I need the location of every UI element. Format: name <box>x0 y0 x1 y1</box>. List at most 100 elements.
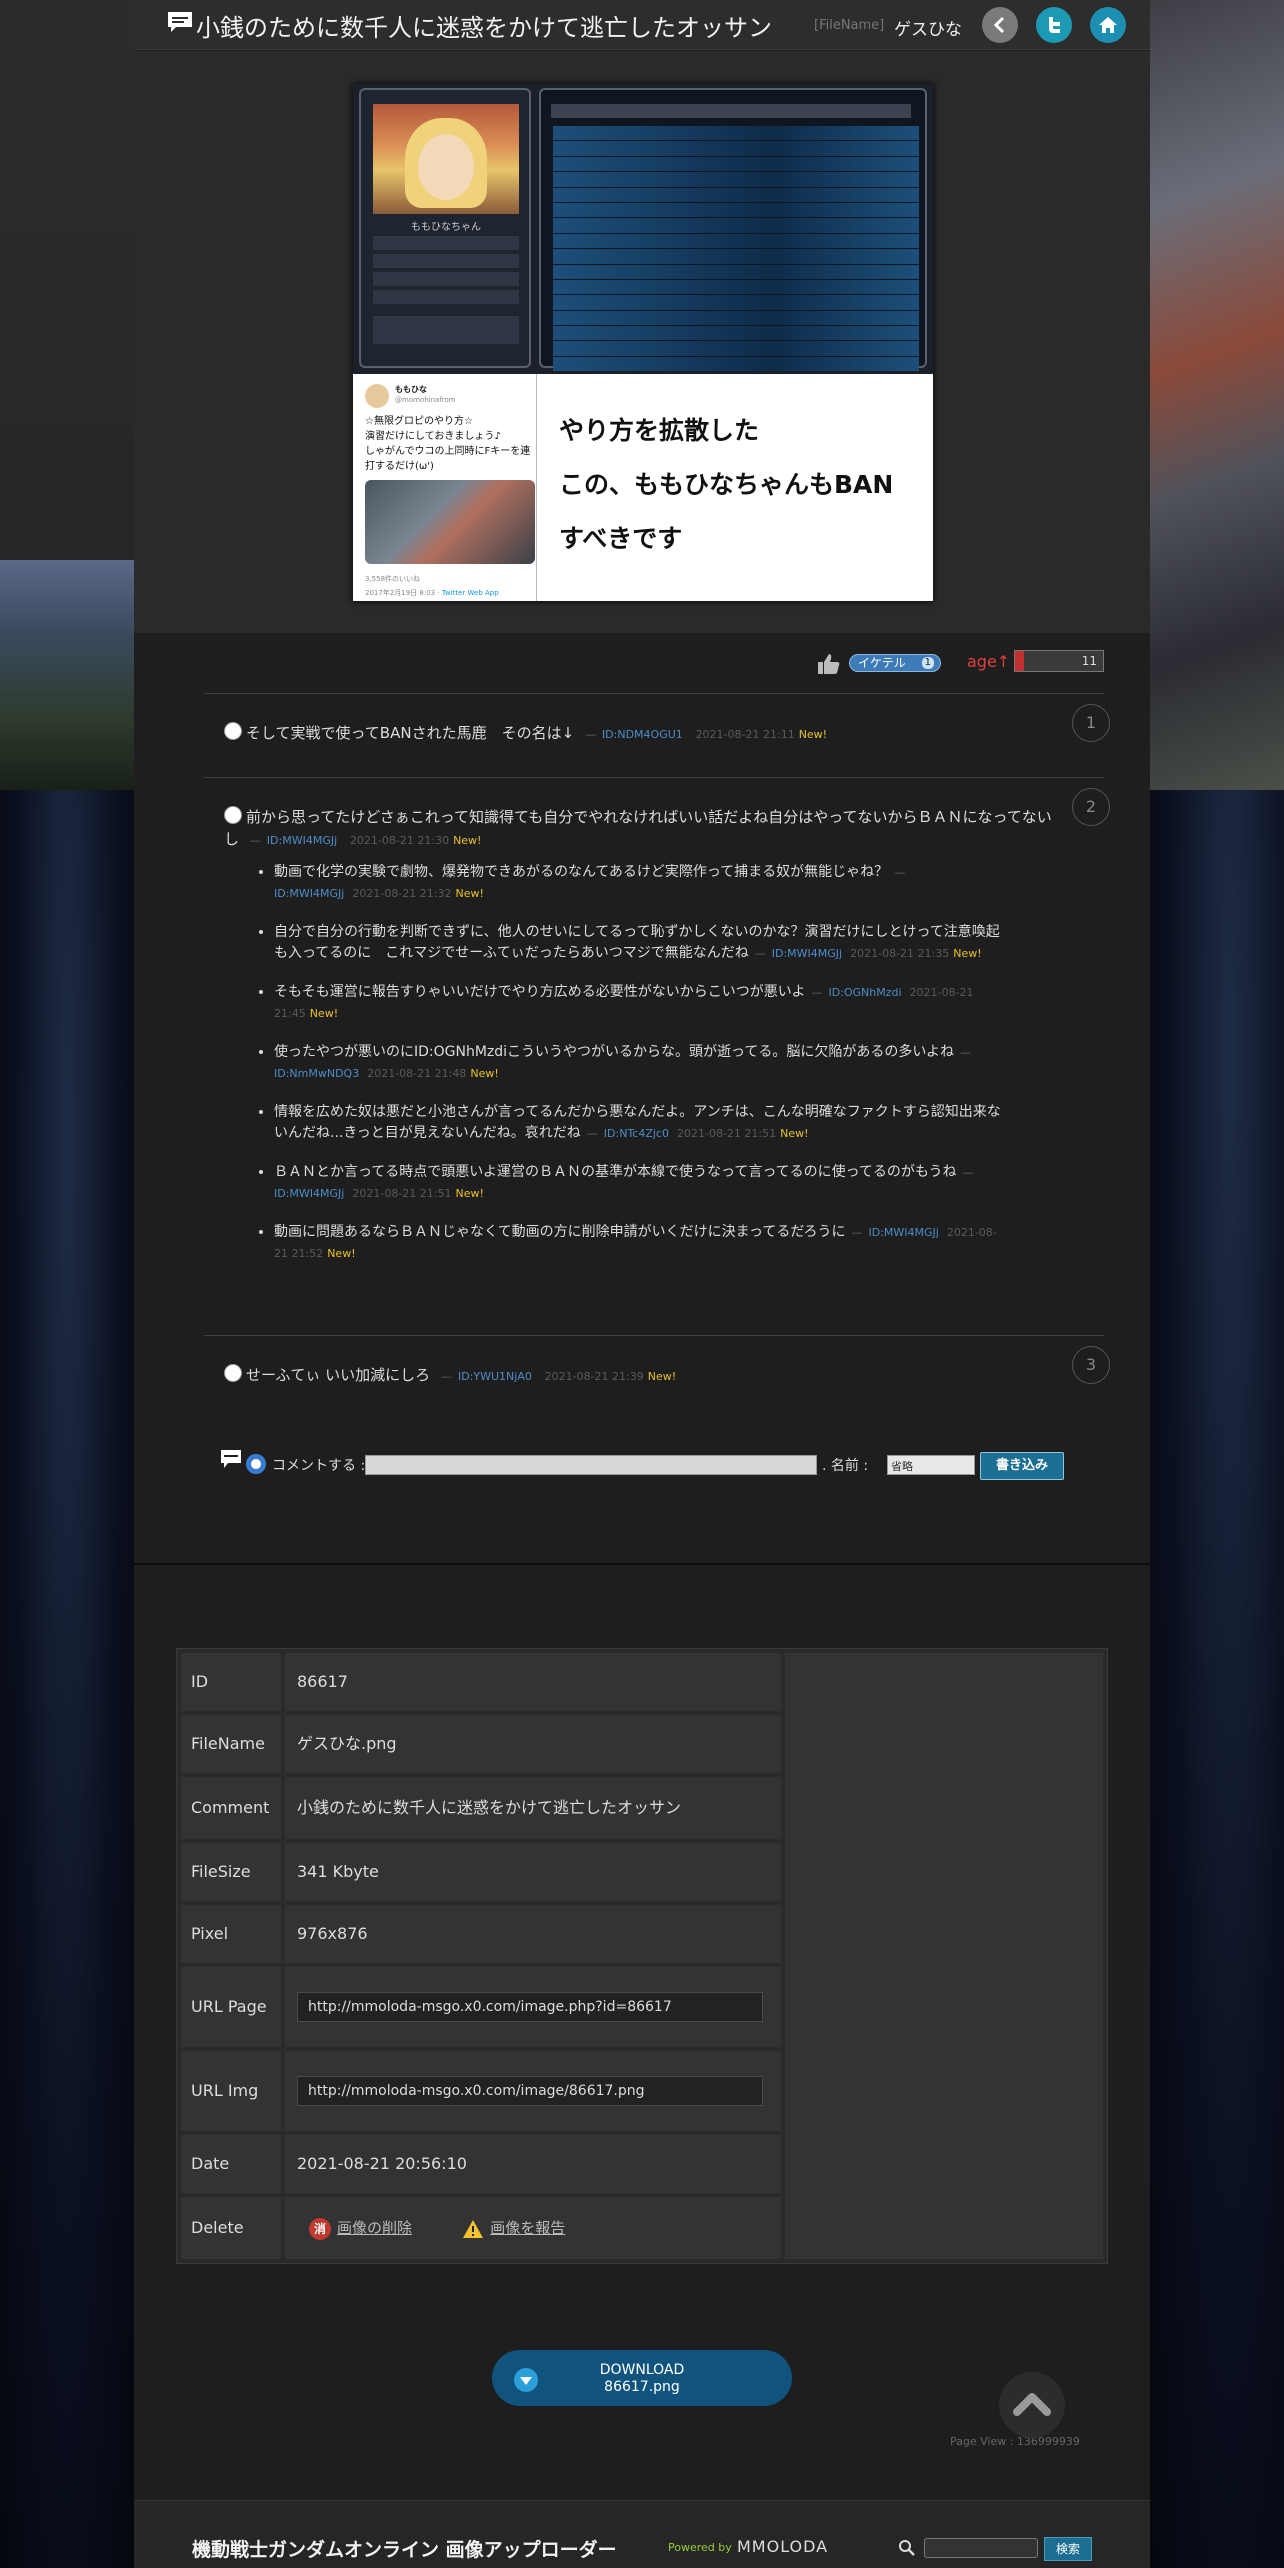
stats-rows <box>553 126 919 372</box>
new-badge: New! <box>798 728 828 741</box>
comment-label: コメントする : <box>272 1458 366 1474</box>
reply-list: 動画で化学の実験で劇物、爆発物できあがるのなんてあるけど実際作って捕まる奴が無能… <box>274 862 1064 1264</box>
scroll-top-button[interactable] <box>999 2372 1065 2438</box>
delete-image-link[interactable]: 画像の削除 <box>337 2219 412 2237</box>
rating-bar: イケテル 1 age↑ 11 <box>134 633 1150 693</box>
brand-logo[interactable]: MMOLODA <box>737 2537 828 2556</box>
age-count: 11 <box>1081 654 1097 668</box>
info-row-url-page: URL Page http://mmoloda-msgo.x0.com/imag… <box>181 1967 781 2047</box>
chevron-up-icon <box>1013 2393 1051 2416</box>
info-table: ID 86617 FileName ゲスひな.png Comment 小銭のため… <box>176 1648 1108 2264</box>
new-badge: New! <box>647 1370 677 1383</box>
avatar <box>365 384 389 408</box>
image-area: ももひなちゃん ももひな @momohinafrom ☆無限グロピのやり方☆ 演… <box>134 51 1150 633</box>
age-meter: 11 <box>1014 650 1104 672</box>
uploaded-image[interactable]: ももひなちゃん ももひな @momohinafrom ☆無限グロピのやり方☆ 演… <box>353 84 933 601</box>
name-label: . 名前 : <box>822 1458 869 1474</box>
search-icon <box>899 2540 915 2556</box>
reply-item: 使ったやつが悪いのにID:OGNhMzdiこういうやつがいるからな。頭が逝ってる… <box>274 1042 1004 1084</box>
site-title[interactable]: 機動戦士ガンダムオンライン 画像アップローダー <box>192 2535 617 2562</box>
info-row-date: Date 2021-08-21 20:56:10 <box>181 2135 781 2193</box>
powered-by: Powered by <box>668 2541 732 2554</box>
twitter-button[interactable] <box>1036 7 1072 43</box>
game-screenshot: ももひなちゃん <box>353 84 933 374</box>
like-button[interactable]: イケテル 1 <box>849 654 941 672</box>
submit-button[interactable]: 書き込み <box>980 1452 1064 1480</box>
comment-text: せーふてぃ いい加減にしろ <box>246 1366 431 1384</box>
home-button[interactable] <box>1090 7 1126 43</box>
comment-list: 1 そして実戦で使ってBANされた馬鹿 その名は↓ — ID:NDM4OGU1 2… <box>204 693 1110 1415</box>
header: 小銭のために数千人に迷惑をかけて逃亡したオッサン [FileName] ゲスひな <box>134 0 1150 50</box>
home-icon <box>1099 17 1117 33</box>
report-image-link[interactable]: 画像を報告 <box>490 2219 565 2237</box>
comment-radio[interactable] <box>224 806 242 824</box>
comment-user-id[interactable]: ID:YWU1NjA0 <box>458 1370 532 1383</box>
comment-date: 2021-08-21 21:11 <box>695 728 795 741</box>
comment-date: 2021-08-21 21:30 <box>349 834 450 847</box>
new-badge: New! <box>453 834 482 847</box>
reply-item: 動画に問題あるならＢＡＮじゃなくて動画の方に削除申請がいくだけに決まってるだろう… <box>274 1222 1004 1264</box>
age-button[interactable]: age↑ <box>967 652 1010 671</box>
profile-card: ももひなちゃん <box>359 88 531 368</box>
tweet: ももひな @momohinafrom ☆無限グロピのやり方☆ 演習だけにしておき… <box>359 374 537 601</box>
info-row-id: ID 86617 <box>181 1653 781 1711</box>
filename: ゲスひな <box>894 20 962 40</box>
tweet-handle: @momohinafrom <box>395 396 456 404</box>
search-button[interactable]: 検索 <box>1044 2537 1092 2561</box>
comment-text: そして実戦で使ってBANされた馬鹿 その名は↓ <box>246 724 575 742</box>
info-side-panel <box>785 1653 1103 2259</box>
comment-radio[interactable] <box>224 722 242 740</box>
thumbs-up-icon[interactable] <box>817 653 841 675</box>
reply-item: 動画で化学の実験で劇物、爆発物できあがるのなんてあるけど実際作って捕まる奴が無能… <box>274 862 1004 904</box>
footer: 機動戦士ガンダムオンライン 画像アップローダー Powered by MMOLO… <box>134 2500 1150 2568</box>
tweet-likes: 3,558件のいいね <box>365 575 421 583</box>
comment-input[interactable] <box>365 1455 817 1475</box>
age-level-fill <box>1015 651 1024 671</box>
comment-radio[interactable] <box>224 1364 242 1382</box>
profile-name: ももひなちゃん <box>411 222 481 233</box>
info-row-filename: FileName ゲスひな.png <box>181 1715 781 1773</box>
delete-icon: 消 <box>309 2217 331 2240</box>
tweet-panel: ももひな @momohinafrom ☆無限グロピのやり方☆ 演習だけにしておき… <box>353 374 933 601</box>
name-input[interactable]: 省略 <box>887 1455 975 1475</box>
info-row-filesize: FileSize 341 Kbyte <box>181 1843 781 1901</box>
comment-form: コメントする : . 名前 : 省略 書き込み <box>220 1445 1120 1485</box>
reply-item: 自分で自分の行動を判断できずに、他人のせいにしてるって恥ずかしくないのかな？演習… <box>274 922 1004 964</box>
warning-icon <box>463 2219 484 2238</box>
comment-date: 2021-08-21 21:39 <box>544 1370 644 1383</box>
comment-number: 1 <box>1072 704 1110 742</box>
info-row-delete: Delete 消画像の削除 画像を報告 <box>181 2197 781 2259</box>
download-button[interactable]: DOWNLOAD 86617.png <box>492 2350 792 2406</box>
reply-item: そもそも運営に報告すりゃいいだけでやり方広める必要性がないからこいつが悪いよ—I… <box>274 982 1004 1024</box>
comment-item: 1 そして実戦で使ってBANされた馬鹿 その名は↓ — ID:NDM4OGU1 2… <box>204 693 1110 777</box>
info-row-comment: Comment 小銭のために数千人に迷惑をかけて逃亡したオッサン <box>181 1777 781 1839</box>
comment-mode-radio[interactable] <box>246 1454 266 1474</box>
back-button[interactable] <box>982 7 1018 43</box>
comment-icon <box>168 12 192 32</box>
comment-icon <box>221 1450 241 1468</box>
reply-item: 情報を広めた奴は悪だと小池さんが言ってるんだから悪なんだよ。アンチは、こんな明確… <box>274 1102 1004 1144</box>
search-input[interactable] <box>924 2538 1038 2558</box>
chevron-left-icon <box>993 16 1005 34</box>
info-row-url-img: URL Img http://mmoloda-msgo.x0.com/image… <box>181 2051 781 2131</box>
reply-item: ＢＡＮとか言ってる時点で頭悪いよ運営のＢＡＮの基準が本線で使うなって言ってるのに… <box>274 1162 1004 1204</box>
overlay-text: やり方を拡散した この、ももひなちゃんもBAN すべきです <box>559 416 894 553</box>
tweet-date: 2017年2月19日 8:03 · Twitter Web App <box>365 589 499 597</box>
url-img-field[interactable]: http://mmoloda-msgo.x0.com/image/86617.p… <box>297 2076 763 2106</box>
main-page: 小銭のために数千人に迷惑をかけて逃亡したオッサン [FileName] ゲスひな <box>134 0 1150 2500</box>
comment-text: 前から思ってたけどさぁこれって知識得ても自分でやれなければいい話だよね自分はやっ… <box>224 808 1052 848</box>
comment-user-id[interactable]: ID:MWI4MGJj <box>267 834 337 847</box>
comment-number: 3 <box>1072 1346 1110 1384</box>
comment-item: 2 前から思ってたけどさぁこれって知識得ても自分でやれなければいい話だよね自分は… <box>204 777 1110 1335</box>
tweet-image <box>365 480 535 564</box>
comment-user-id[interactable]: ID:NDM4OGU1 <box>602 728 683 741</box>
section-divider <box>134 1563 1150 1565</box>
filename-tag: [FileName] <box>814 18 885 33</box>
like-count: 1 <box>921 657 934 669</box>
info-row-pixel: Pixel 976x876 <box>181 1905 781 1963</box>
comment-number: 2 <box>1072 788 1110 826</box>
character-portrait <box>373 104 519 214</box>
page-title: 小銭のために数千人に迷惑をかけて逃亡したオッサン <box>196 14 772 42</box>
url-page-field[interactable]: http://mmoloda-msgo.x0.com/image.php?id=… <box>297 1992 763 2022</box>
tweet-name: ももひな <box>395 385 427 394</box>
